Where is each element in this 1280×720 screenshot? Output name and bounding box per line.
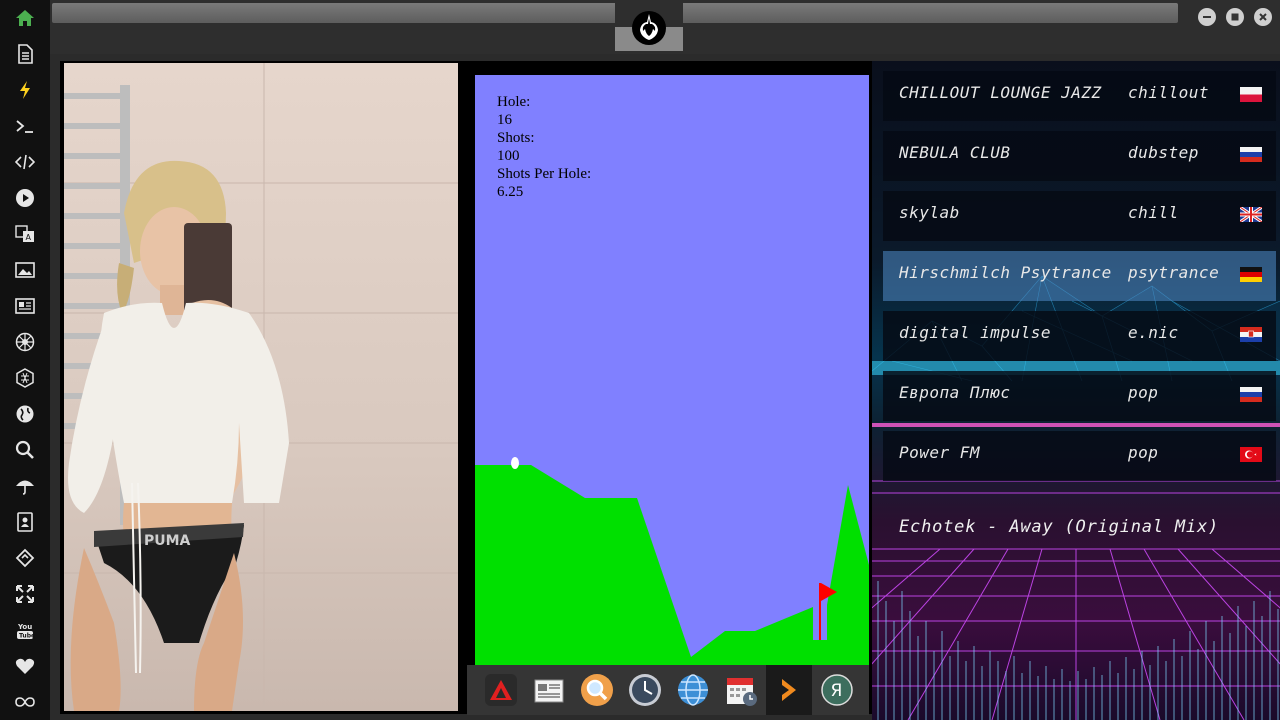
station-genre: pop	[1128, 443, 1159, 462]
hole-value: 16	[497, 112, 512, 128]
station-name: skylab	[899, 203, 960, 222]
home-icon[interactable]	[12, 5, 38, 31]
svg-text:You: You	[17, 623, 32, 631]
station-genre: chillout	[1128, 83, 1210, 102]
station-genre: pop	[1128, 383, 1159, 402]
svg-text:Tube: Tube	[19, 633, 35, 640]
shots-value: 100	[497, 148, 520, 164]
russia-flag-icon	[1240, 147, 1262, 162]
lightning-icon[interactable]	[12, 77, 38, 103]
golf-game-canvas[interactable]: Hole: 16 Shots: 100 Shots Per Hole: 6.25	[475, 75, 869, 665]
code-icon[interactable]	[12, 149, 38, 175]
play-icon[interactable]	[12, 185, 38, 211]
heart-icon[interactable]	[12, 653, 38, 679]
umbrella-icon[interactable]	[12, 473, 38, 499]
station-row[interactable]: skylab chill	[883, 191, 1276, 241]
station-genre: chill	[1128, 203, 1179, 222]
yandex-icon[interactable]: Я	[820, 673, 854, 707]
germany-flag-icon	[1240, 267, 1262, 282]
svg-text:Я: Я	[831, 681, 843, 701]
poland-flag-icon	[1240, 87, 1262, 102]
station-name: Power FM	[899, 443, 981, 462]
ground-terrain	[475, 465, 869, 665]
station-row[interactable]: CHILLOUT LOUNGE JAZZ chillout	[883, 71, 1276, 121]
photo-panel: PUMA	[60, 61, 462, 714]
station-name: Европа Плюс	[899, 383, 1011, 402]
app-launcher-icon[interactable]	[484, 673, 518, 707]
uk-flag-icon	[1240, 207, 1262, 222]
terminal-icon[interactable]	[12, 113, 38, 139]
hexagon-icon[interactable]	[12, 365, 38, 391]
radio-panel: CHILLOUT LOUNGE JAZZ chillout NEBULA CLU…	[872, 61, 1280, 720]
turkey-flag-icon	[1240, 447, 1262, 462]
photo-image: PUMA	[64, 63, 458, 711]
translate-icon[interactable]: A	[12, 221, 38, 247]
shots-per-hole-label: Shots Per Hole:	[497, 166, 592, 182]
minimize-button[interactable]	[1198, 8, 1216, 26]
game-panel: Hole: 16 Shots: 100 Shots Per Hole: 6.25	[462, 61, 872, 714]
station-row[interactable]: Power FM pop	[883, 431, 1276, 481]
croatia-flag-icon	[1240, 327, 1262, 342]
station-row[interactable]: digital impulse e.nic	[883, 311, 1276, 361]
desktop: A You Tube PUMA Hole: 16 Shots: 100 Shot…	[0, 0, 1280, 720]
news-icon[interactable]	[532, 673, 566, 707]
station-name: NEBULA CLUB	[899, 143, 1011, 162]
shots-label: Shots:	[497, 130, 535, 146]
golf-ball	[511, 457, 519, 469]
top-bar	[50, 0, 1280, 54]
station-genre: psytrance	[1128, 263, 1220, 282]
infinity-icon[interactable]	[12, 689, 38, 715]
news-icon[interactable]	[12, 293, 38, 319]
russia-flag-icon	[1240, 387, 1262, 402]
score-hud: Hole: 16 Shots: 100 Shots Per Hole: 6.25	[497, 93, 591, 201]
station-name: digital impulse	[899, 323, 1051, 342]
close-button[interactable]	[1254, 8, 1272, 26]
station-name: CHILLOUT LOUNGE JAZZ	[899, 83, 1102, 102]
arrow-app-icon[interactable]	[766, 665, 812, 715]
station-row[interactable]: Европа Плюс pop	[883, 371, 1276, 421]
clock-icon[interactable]	[628, 673, 662, 707]
contacts-icon[interactable]	[12, 509, 38, 535]
globe-icon[interactable]	[12, 401, 38, 427]
search-app-icon[interactable]	[580, 673, 614, 707]
calendar-icon[interactable]	[724, 673, 758, 707]
station-row[interactable]: NEBULA CLUB dubstep	[883, 131, 1276, 181]
station-genre: dubstep	[1128, 143, 1199, 162]
maximize-button[interactable]	[1226, 8, 1244, 26]
hole-label: Hole:	[497, 94, 531, 110]
now-playing-title: Echotek - Away (Original Mix)	[899, 517, 1220, 537]
diamond-icon[interactable]	[12, 545, 38, 571]
search-icon[interactable]	[12, 437, 38, 463]
document-icon[interactable]	[12, 41, 38, 67]
image-icon[interactable]	[12, 257, 38, 283]
app-dock: Я	[467, 665, 869, 715]
svg-text:PUMA: PUMA	[144, 533, 191, 549]
station-name: Hirschmilch Psytrance	[899, 263, 1112, 282]
station-row-selected[interactable]: Hirschmilch Psytrance psytrance	[883, 251, 1276, 301]
logo-tab[interactable]	[615, 2, 683, 51]
rebel-icon[interactable]	[12, 329, 38, 355]
left-sidebar: A You Tube	[0, 0, 50, 720]
rebel-alliance-logo-icon	[632, 11, 666, 45]
youtube-icon[interactable]: You Tube	[12, 617, 38, 643]
shots-per-hole-value: 6.25	[497, 184, 524, 200]
globe-app-icon[interactable]	[676, 673, 710, 707]
expand-icon[interactable]	[12, 581, 38, 607]
station-genre: e.nic	[1128, 323, 1179, 342]
svg-text:A: A	[26, 233, 32, 242]
